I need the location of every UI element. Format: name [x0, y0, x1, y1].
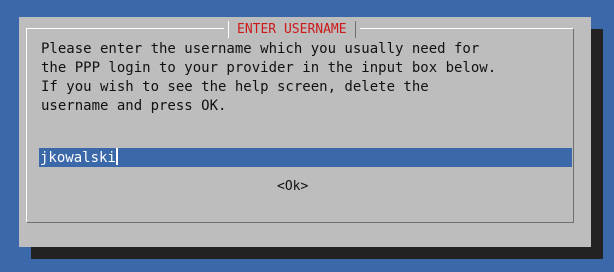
username-dialog: ENTER USERNAME Please enter the username… [19, 17, 591, 247]
dialog-title-bar: ENTER USERNAME [224, 20, 360, 38]
text-cursor [115, 148, 118, 165]
dialog-title: ENTER USERNAME [237, 21, 347, 37]
title-right-divider [354, 20, 356, 38]
dialog-message: Please enter the username which you usua… [41, 41, 497, 114]
username-input-value: jkowalski [40, 150, 116, 166]
username-input[interactable]: jkowalski [39, 148, 572, 167]
ok-button[interactable]: <Ok> [277, 178, 308, 196]
